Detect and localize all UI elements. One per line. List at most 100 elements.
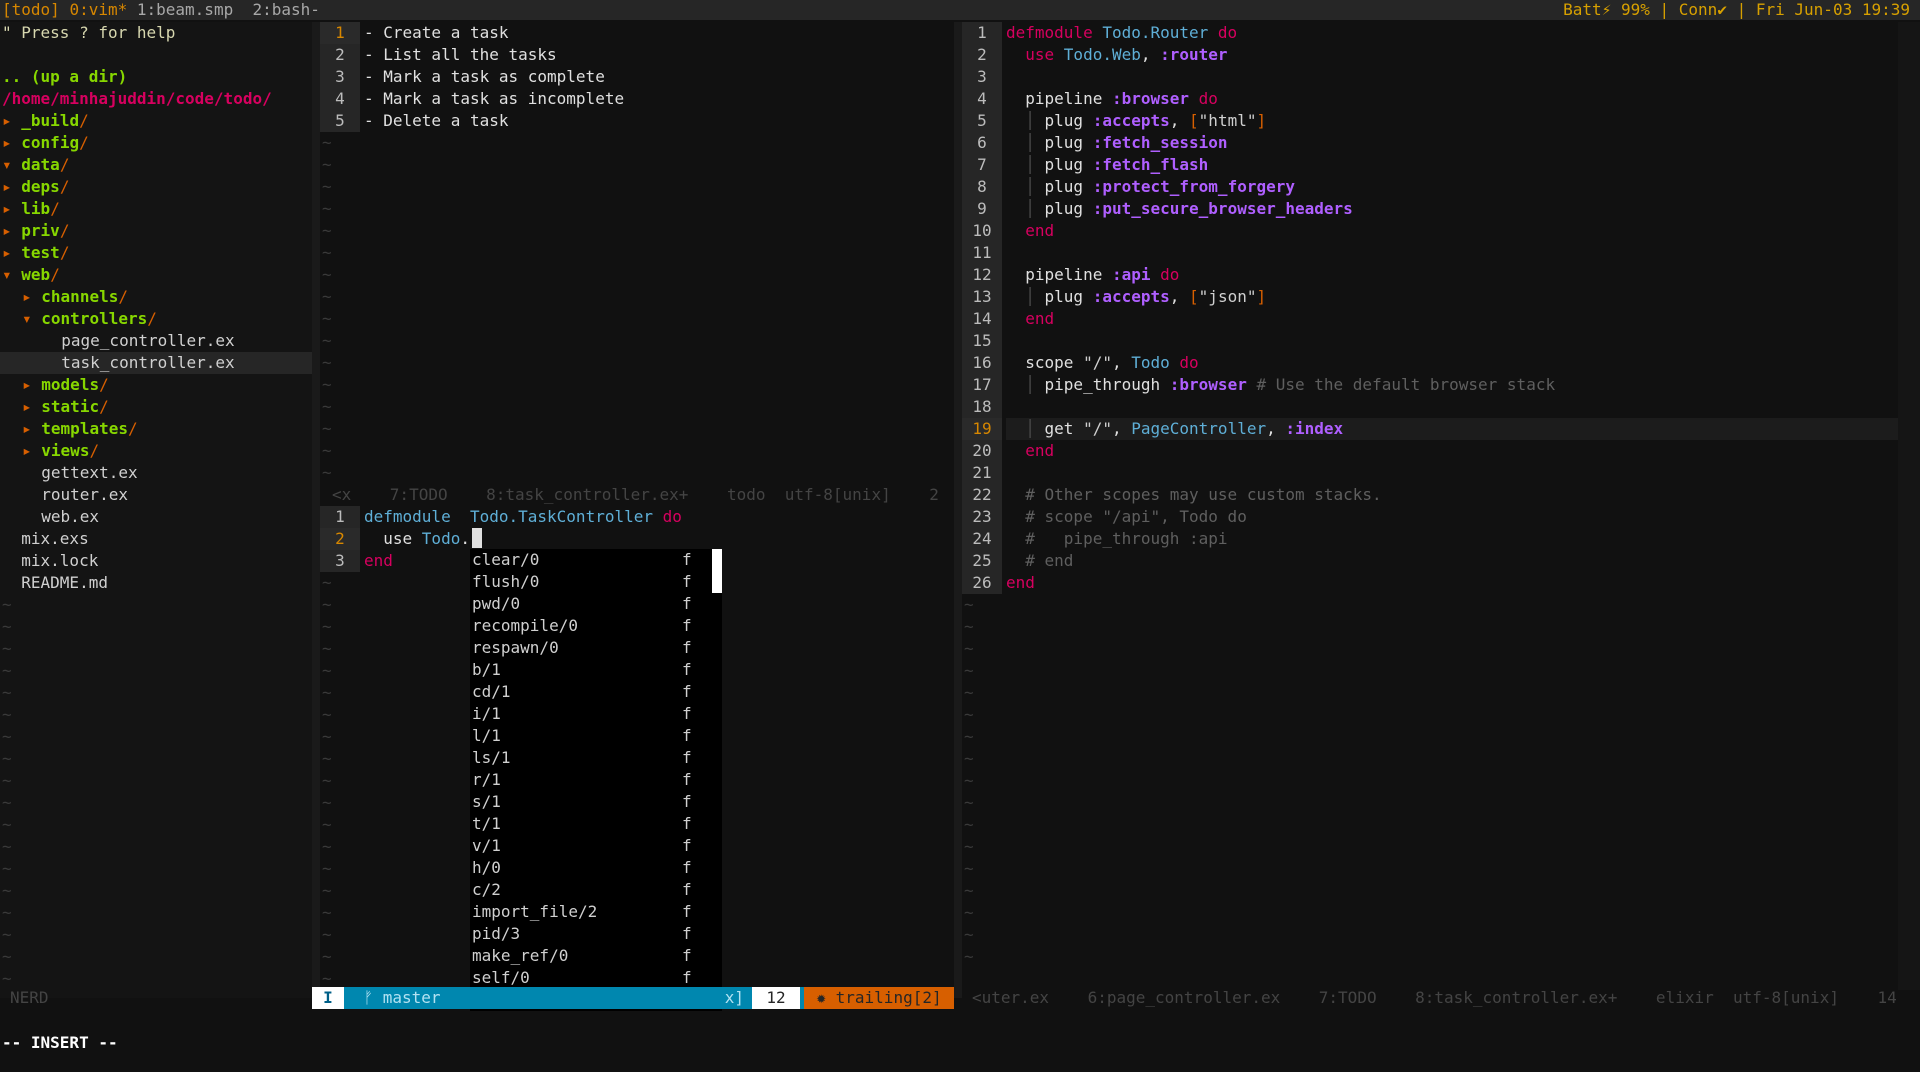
code-token: # scope "/api", Todo do [1006, 507, 1247, 526]
completion-item[interactable]: l/1 f [470, 725, 722, 747]
tree-file[interactable]: README.md [0, 572, 312, 594]
code-line[interactable]: │ plug :put_secure_browser_headers [1006, 198, 1353, 220]
completion-item[interactable]: pid/3 f [470, 923, 722, 945]
router-pane[interactable]: 1 defmodule Todo.Router do 2 use Todo.Web,… [962, 22, 1920, 990]
completion-item[interactable]: v/1 f [470, 835, 722, 857]
tree-folder[interactable]: ▸ deps/ [0, 176, 312, 198]
code-line[interactable]: end [1006, 308, 1054, 330]
completion-item[interactable]: cd/1 f [470, 681, 722, 703]
code-line[interactable]: end [1006, 220, 1054, 242]
code-line[interactable]: defmodule Todo.TaskController do [364, 506, 682, 528]
code-line[interactable]: │ plug :protect_from_forgery [1006, 176, 1295, 198]
code-line[interactable]: scope "/", Todo do [1006, 352, 1198, 374]
code-token: end [1006, 441, 1055, 460]
completion-item[interactable]: b/1 f [470, 659, 722, 681]
code-line[interactable]: │ get "/", PageController, :index [1006, 418, 1343, 440]
todo-line[interactable]: - Delete a task [364, 110, 509, 132]
todo-line[interactable]: - Create a task [364, 22, 509, 44]
tree-folder[interactable]: ▾ data/ [0, 154, 312, 176]
pane-separator[interactable] [312, 22, 320, 998]
completion-item[interactable]: r/1 f [470, 769, 722, 791]
code-line[interactable]: # end [1006, 550, 1073, 572]
code-token: :browser [1169, 375, 1257, 394]
completion-item[interactable]: make_ref/0 f [470, 945, 722, 967]
todo-line[interactable]: - Mark a task as incomplete [364, 88, 624, 110]
code-line[interactable]: use Todo. [364, 528, 470, 550]
completion-popup[interactable]: clear/0 f flush/0 f pwd/0 f recompile/0 f respaw… [470, 549, 722, 1011]
completion-item-name: recompile/0 [472, 616, 578, 635]
todo-line[interactable]: - List all the tasks [364, 44, 557, 66]
tree-folder[interactable]: ▸ config/ [0, 132, 312, 154]
code-line[interactable]: │ plug :accepts, ["json"] [1006, 286, 1266, 308]
completion-item[interactable]: recompile/0 f [470, 615, 722, 637]
tree-file[interactable]: gettext.ex [0, 462, 312, 484]
tree-file[interactable]: page_controller.ex [0, 330, 312, 352]
empty-line-marker: ~ [964, 617, 974, 636]
completion-item[interactable]: self/0 f [470, 967, 722, 989]
pane-separator[interactable] [954, 22, 962, 998]
dir-slash: / [79, 111, 89, 130]
todo-line[interactable]: - Mark a task as complete [364, 66, 605, 88]
completion-scrollbar[interactable] [712, 549, 722, 593]
completion-list[interactable]: clear/0 f flush/0 f pwd/0 f recompile/0 f respaw… [470, 549, 722, 1011]
tree-file[interactable]: task_controller.ex [0, 352, 312, 374]
tree-folder[interactable]: ▸ lib/ [0, 198, 312, 220]
code-line[interactable]: use Todo.Web, :router [1006, 44, 1227, 66]
completion-item[interactable]: import_file/2 f [470, 901, 722, 923]
tree-file[interactable]: mix.lock [0, 550, 312, 572]
code-line[interactable]: │ plug :fetch_flash [1006, 154, 1208, 176]
completion-item[interactable]: flush/0 f [470, 571, 722, 593]
completion-item-kind: f [682, 902, 692, 921]
tmux-window-1[interactable]: 1:beam.smp [137, 0, 233, 19]
nerdtree-up-dir[interactable]: .. (up a dir) [2, 66, 127, 88]
code-token: plug [1044, 111, 1093, 130]
code-line[interactable]: end [1006, 572, 1035, 594]
tree-folder[interactable]: ▸ views/ [0, 440, 312, 462]
tree-folder[interactable]: ▾ web/ [0, 264, 312, 286]
completion-item[interactable]: respawn/0 f [470, 637, 722, 659]
tree-folder[interactable]: ▸ _build/ [0, 110, 312, 132]
tree-folder[interactable]: ▸ templates/ [0, 418, 312, 440]
tree-file[interactable]: router.ex [0, 484, 312, 506]
tree-folder[interactable]: ▸ channels/ [0, 286, 312, 308]
tree-folder[interactable]: ▸ static/ [0, 396, 312, 418]
code-token: plug [1044, 155, 1093, 174]
completion-item[interactable]: i/1 f [470, 703, 722, 725]
tree-folder[interactable]: ▾ controllers/ [0, 308, 312, 330]
code-line[interactable]: end [364, 550, 393, 572]
code-line[interactable]: # pipe_through :api [1006, 528, 1227, 550]
code-line[interactable]: # scope "/api", Todo do [1006, 506, 1247, 528]
scrollbar[interactable] [1898, 22, 1920, 990]
completion-item[interactable]: clear/0 f [470, 549, 722, 571]
completion-item[interactable]: c/2 f [470, 879, 722, 901]
tmux-window-0[interactable]: 0:vim* [69, 0, 127, 19]
tree-folder[interactable]: ▸ models/ [0, 374, 312, 396]
completion-item-name: r/1 [472, 770, 501, 789]
code-line[interactable]: defmodule Todo.Router do [1006, 22, 1237, 44]
completion-item[interactable]: ls/1 f [470, 747, 722, 769]
tree-file[interactable]: mix.exs [0, 528, 312, 550]
tree-file[interactable]: web.ex [0, 506, 312, 528]
nerdtree-root-path[interactable]: /home/minhajuddin/code/todo/ [2, 88, 272, 110]
nerdtree-pane[interactable]: " Press ? for help .. (up a dir) /home/m… [0, 22, 312, 998]
tree-folder[interactable]: ▸ priv/ [0, 220, 312, 242]
code-line[interactable]: # Other scopes may use custom stacks. [1006, 484, 1381, 506]
code-token: , [1111, 419, 1132, 438]
code-line[interactable]: pipeline :browser do [1006, 88, 1218, 110]
completion-item[interactable]: pwd/0 f [470, 593, 722, 615]
code-line[interactable]: │ plug :fetch_session [1006, 132, 1227, 154]
completion-item[interactable]: s/1 f [470, 791, 722, 813]
battery-status: Batt⚡ 99% [1563, 0, 1650, 19]
code-line[interactable]: │ plug :accepts, ["html"] [1006, 110, 1266, 132]
tree-folder[interactable]: ▸ test/ [0, 242, 312, 264]
completion-item[interactable]: t/1 f [470, 813, 722, 835]
code-line[interactable]: │ pipe_through :browser # Use the defaul… [1006, 374, 1555, 396]
completion-item[interactable]: h/0 f [470, 857, 722, 879]
code-token: "html" [1198, 111, 1257, 130]
code-token: :index [1285, 419, 1344, 438]
tmux-window-2[interactable]: 2:bash- [252, 0, 319, 19]
code-line[interactable]: pipeline :api do [1006, 264, 1179, 286]
todo-pane[interactable]: 1- Create a task 2- List all the tasks 3- … [320, 22, 954, 484]
dir-slash: / [99, 397, 109, 416]
code-line[interactable]: end [1006, 440, 1054, 462]
